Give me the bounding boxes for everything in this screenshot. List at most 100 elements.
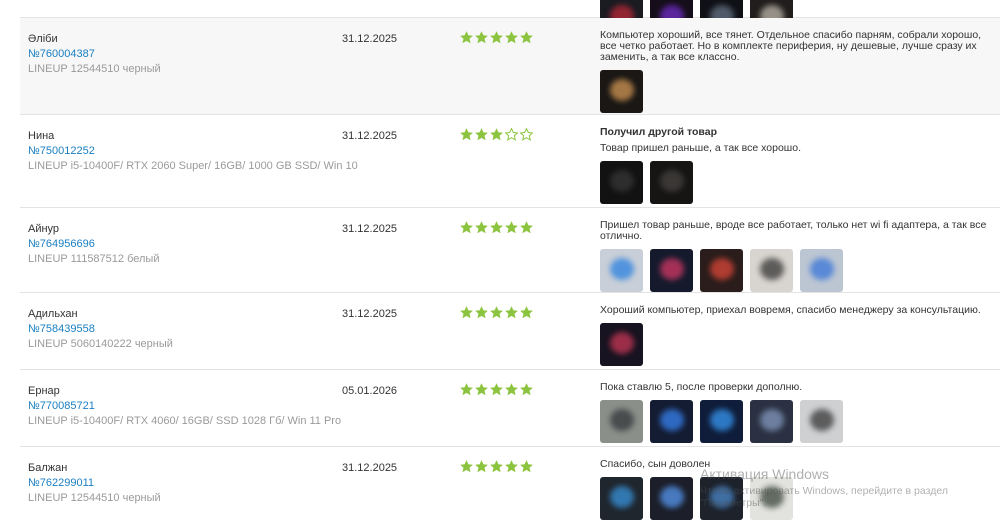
review-photo-thumbnail[interactable] [750, 249, 793, 292]
photo-highlight [610, 409, 634, 431]
photo-highlight [660, 170, 684, 192]
photo-highlight [660, 409, 684, 431]
review-photos [600, 161, 1000, 204]
star-filled-icon [520, 306, 533, 319]
star-filled-icon [505, 31, 518, 44]
review-author-block: Балжан №762299011 LINEUP 12544510 черный [28, 461, 328, 506]
star-filled-icon [475, 31, 488, 44]
review-photo-thumbnail[interactable] [800, 249, 843, 292]
photo-highlight [760, 258, 784, 280]
review-row: Əліби №760004387 LINEUP 12544510 черный 31.… [20, 18, 1000, 115]
order-number-link[interactable]: №764956696 [28, 237, 328, 252]
review-photo-thumbnail[interactable] [600, 70, 643, 113]
review-author-block: Нина №750012252 LINEUP i5-10400F/ RTX 2060… [28, 129, 358, 174]
review-text: Спасибо, сын доволен [600, 458, 711, 470]
review-text: Компьютер хороший, все тянет. Отдельное … [600, 29, 982, 63]
review-photo-thumbnail[interactable] [650, 400, 693, 443]
star-rating [460, 383, 533, 396]
star-rating [460, 31, 533, 44]
review-photos [600, 477, 1000, 520]
review-row: Айнур №764956696 LINEUP 111587512 белый 31.… [20, 208, 1000, 293]
product-model: LINEUP i5-10400F/ RTX 4060/ 16GB/ SSD 10… [28, 415, 342, 427]
review-content: Пока ставлю 5, после проверки дополню. [600, 382, 1000, 443]
review-date: 31.12.2025 [342, 223, 398, 235]
review-photo-thumbnail[interactable] [800, 400, 843, 443]
review-row: Нина №750012252 LINEUP i5-10400F/ RTX 2060… [20, 115, 1000, 208]
star-filled-icon [460, 306, 473, 319]
review-author-name: Адильхан [28, 308, 78, 320]
review-photo-thumbnail[interactable] [700, 477, 743, 520]
review-row: Балжан №762299011 LINEUP 12544510 черный 31… [20, 447, 1000, 521]
star-filled-icon [520, 383, 533, 396]
review-text: Товар пришел раньше, а так все хорошо. [600, 142, 801, 154]
star-rating [460, 460, 533, 473]
review-author-name: Нина [28, 130, 55, 142]
review-photo-thumbnail[interactable] [600, 477, 643, 520]
star-rating [460, 306, 533, 319]
star-filled-icon [490, 383, 503, 396]
review-content: Спасибо, сын доволен [600, 459, 1000, 520]
review-photo-thumbnail[interactable] [600, 400, 643, 443]
star-empty-icon [505, 128, 518, 141]
review-author-block: Ернар №770085721 LINEUP i5-10400F/ RTX 406… [28, 384, 342, 429]
star-filled-icon [520, 460, 533, 473]
star-filled-icon [520, 31, 533, 44]
review-author-block: Адильхан №758439558 LINEUP 5060140222 черн… [28, 307, 328, 352]
review-photos [600, 249, 1000, 292]
photo-highlight [660, 258, 684, 280]
photo-highlight [760, 486, 784, 508]
review-photo-thumbnail[interactable] [650, 161, 693, 204]
star-rating [460, 128, 533, 141]
photo-highlight [710, 258, 734, 280]
review-photo-thumbnail[interactable] [650, 477, 693, 520]
review-photo-thumbnail[interactable] [650, 249, 693, 292]
review-date: 31.12.2025 [342, 130, 398, 142]
photo-highlight [710, 486, 734, 508]
review-content: Хороший компьютер, приехал вовремя, спас… [600, 305, 1000, 366]
star-filled-icon [475, 383, 488, 396]
review-date: 31.12.2025 [342, 308, 398, 320]
review-date: 05.01.2026 [342, 385, 398, 397]
review-photo-thumbnail[interactable] [700, 249, 743, 292]
photo-highlight [810, 258, 834, 280]
order-number-link[interactable]: №760004387 [28, 47, 328, 62]
review-text: Пока ставлю 5, после проверки дополню. [600, 381, 803, 393]
photo-highlight [610, 170, 634, 192]
review-photo-thumbnail[interactable] [750, 477, 793, 520]
star-empty-icon [520, 128, 533, 141]
order-number-link[interactable]: №758439558 [28, 322, 328, 337]
star-filled-icon [475, 306, 488, 319]
review-row [20, 0, 1000, 39]
star-rating [460, 221, 533, 234]
review-text: Пришел товар раньше, вроде все работает,… [600, 219, 987, 242]
review-author-name: Балжан [28, 462, 68, 474]
review-photos [600, 70, 1000, 113]
star-filled-icon [460, 128, 473, 141]
product-model: LINEUP 111587512 белый [28, 253, 160, 265]
star-filled-icon [490, 460, 503, 473]
star-filled-icon [460, 221, 473, 234]
order-number-link[interactable]: №762299011 [28, 476, 328, 491]
review-date: 31.12.2025 [342, 462, 398, 474]
review-content: Пришел товар раньше, вроде все работает,… [600, 220, 1000, 292]
star-filled-icon [460, 460, 473, 473]
review-photo-thumbnail[interactable] [600, 249, 643, 292]
review-photos [600, 323, 1000, 366]
review-text: Хороший компьютер, приехал вовремя, спас… [600, 304, 981, 316]
order-number-link[interactable]: №750012252 [28, 144, 328, 159]
star-filled-icon [460, 31, 473, 44]
review-photo-thumbnail[interactable] [600, 161, 643, 204]
star-filled-icon [490, 31, 503, 44]
order-number-link[interactable]: №770085721 [28, 399, 328, 414]
star-filled-icon [475, 221, 488, 234]
review-photo-thumbnail[interactable] [750, 400, 793, 443]
star-filled-icon [490, 221, 503, 234]
photo-highlight [610, 258, 634, 280]
review-photos [600, 400, 1000, 443]
review-photo-thumbnail[interactable] [700, 400, 743, 443]
review-photo-thumbnail[interactable] [600, 323, 643, 366]
star-filled-icon [505, 460, 518, 473]
photo-highlight [810, 409, 834, 431]
star-filled-icon [505, 221, 518, 234]
review-author-block: Айнур №764956696 LINEUP 111587512 белый [28, 222, 328, 267]
